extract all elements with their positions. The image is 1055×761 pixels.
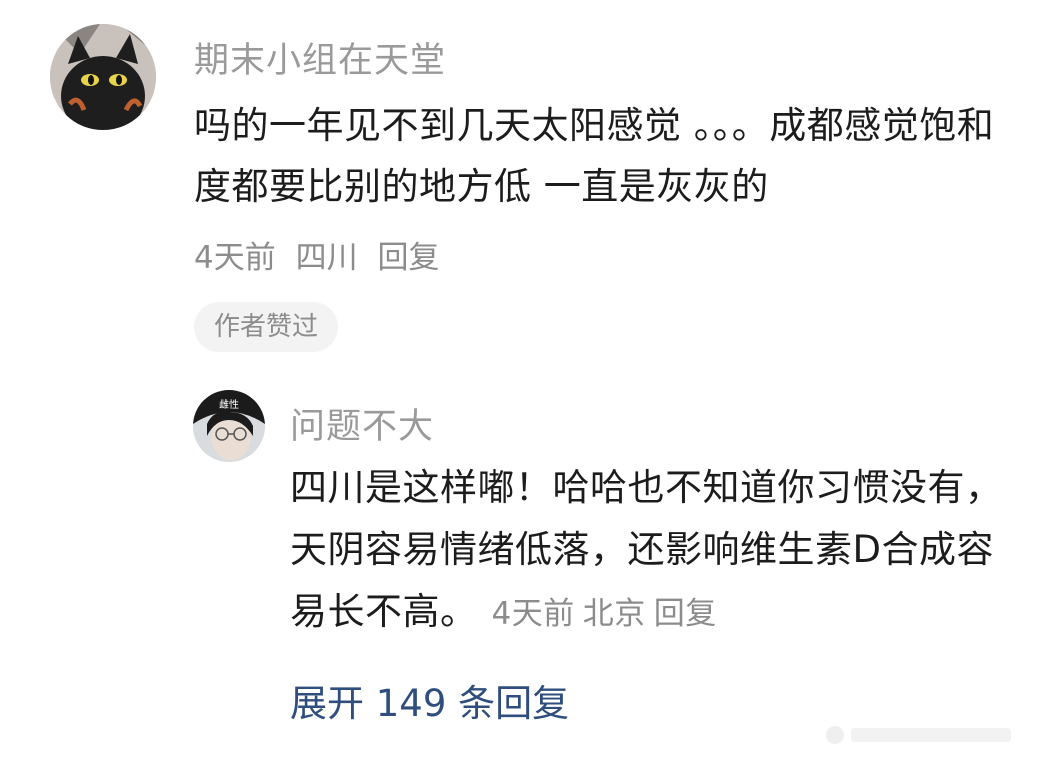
- avatar[interactable]: [50, 24, 156, 130]
- comment-location: 四川: [295, 240, 358, 276]
- reply-avatar[interactable]: 雌性: [193, 390, 265, 462]
- cat-avatar-icon: [50, 24, 156, 130]
- watermark-icon: [826, 726, 1011, 744]
- reply-meta: 4天前 北京 回复: [492, 596, 725, 632]
- reply-location: 北京: [582, 596, 646, 632]
- reply-text-block: 四川是这样嘟！哈哈也不知道你习惯没有，天阴容易情绪低落，还影响维生素D合成容易长…: [290, 457, 1030, 645]
- comment-text: 吗的一年见不到几天太阳感觉 。。。成都感觉饱和度都要比别的地方低 一直是灰灰的: [194, 104, 995, 208]
- reply-reply-button[interactable]: 回复: [654, 596, 717, 632]
- comment-meta: 4天前 四川 回复: [194, 232, 449, 277]
- reply-time: 4天前: [491, 596, 575, 632]
- comment-time: 4天前: [194, 240, 276, 276]
- username[interactable]: 期末小组在天堂: [194, 32, 446, 83]
- person-avatar-icon: 雌性: [193, 390, 265, 462]
- reply-username[interactable]: 问题不大: [290, 398, 434, 449]
- watermark: [825, 723, 1025, 747]
- expand-replies-link[interactable]: 展开 149 条回复: [290, 673, 569, 727]
- avatar-caption: 雌性: [219, 398, 239, 411]
- author-liked-badge: 作者赞过: [194, 302, 339, 352]
- reply-button[interactable]: 回复: [377, 240, 439, 276]
